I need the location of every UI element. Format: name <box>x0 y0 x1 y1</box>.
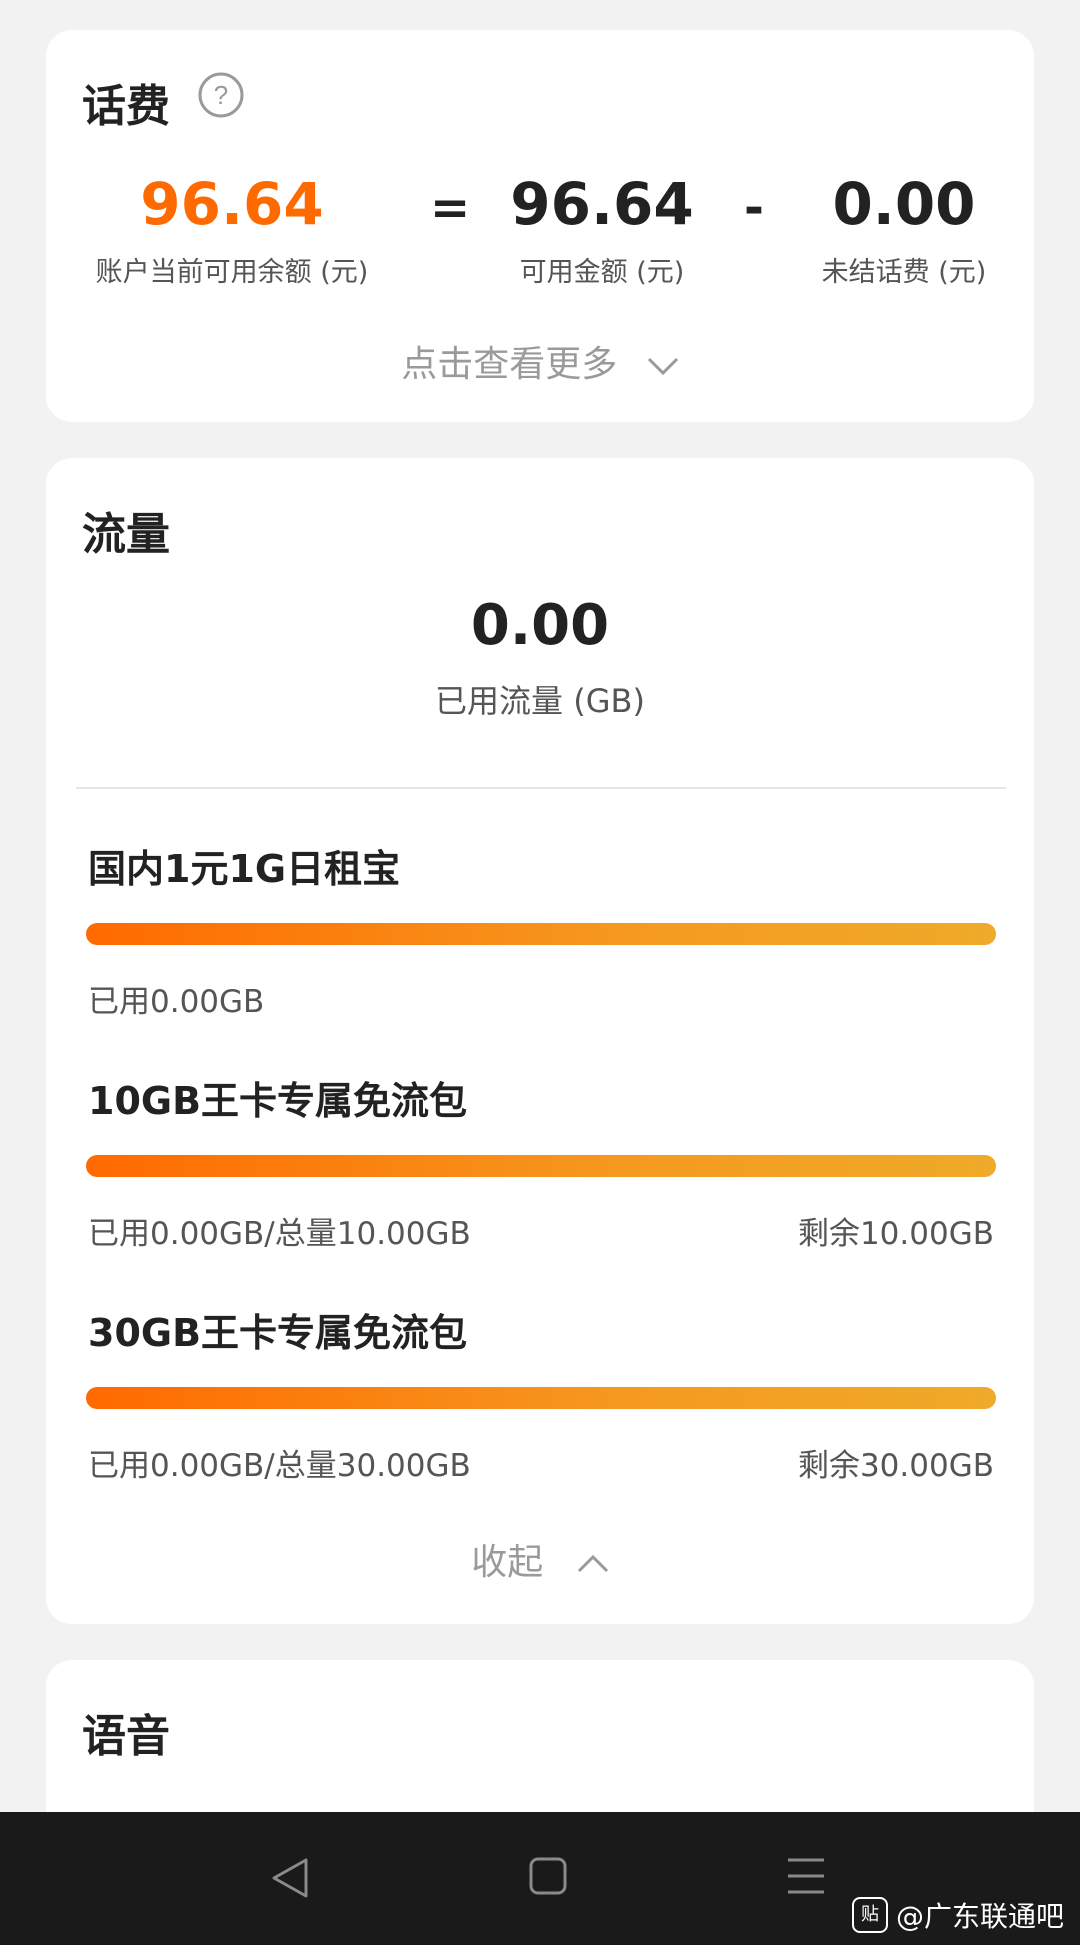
available-label: 可用金额 (元) <box>519 257 685 288</box>
package-progress-bar <box>86 1155 996 1177</box>
available-value: 96.64 <box>510 170 694 238</box>
view-more-label: 点击查看更多 <box>401 344 618 385</box>
unsettled-label: 未结话费 (元) <box>821 257 987 288</box>
package-name: 30GB王卡专属免流包 <box>88 1311 468 1355</box>
svg-text:?: ? <box>214 80 228 110</box>
balance-title: 话费 <box>82 81 170 132</box>
package-name: 10GB王卡专属免流包 <box>88 1079 468 1123</box>
view-more-button[interactable]: 点击查看更多 <box>46 335 1034 387</box>
collapse-label: 收起 <box>471 1542 544 1583</box>
package-remain: 剩余10.00GB <box>797 1216 994 1252</box>
data-title: 流量 <box>82 509 170 560</box>
collapse-button[interactable]: 收起 <box>46 1533 1034 1585</box>
package-progress-bar <box>86 923 996 945</box>
package-progress-bar <box>86 1387 996 1409</box>
tieba-logo: 贴 <box>851 1897 888 1933</box>
menu-icon[interactable] <box>786 1856 826 1896</box>
watermark: 贴 @广东联通吧 <box>851 1895 1064 1935</box>
unsettled-value: 0.00 <box>832 170 976 238</box>
chevron-up-icon <box>577 1554 608 1573</box>
data-used-value: 0.00 <box>470 593 610 658</box>
help-icon[interactable]: ? <box>198 72 244 118</box>
divider <box>76 787 1006 789</box>
home-icon[interactable] <box>528 1856 568 1896</box>
data-used-label: 已用流量 (GB) <box>435 682 645 720</box>
watermark-text: @广东联通吧 <box>895 1900 1064 1933</box>
data-card: 流量 0.00 已用流量 (GB) 国内1元1G日租宝 已用0.00GB 10G… <box>46 458 1034 1624</box>
package-used: 已用0.00GB <box>88 984 265 1020</box>
package-used: 已用0.00GB/总量10.00GB <box>88 1216 471 1252</box>
package-remain: 剩余30.00GB <box>797 1448 994 1484</box>
balance-card: 话费 ? 96.64 账户当前可用余额 (元) = 96.64 可用金额 (元)… <box>46 30 1034 422</box>
current-balance-label: 账户当前可用余额 (元) <box>95 257 369 288</box>
package-name: 国内1元1G日租宝 <box>88 847 401 891</box>
voice-title: 语音 <box>82 1711 170 1762</box>
chevron-down-icon <box>647 357 678 376</box>
package-used: 已用0.00GB/总量30.00GB <box>88 1448 471 1484</box>
back-icon[interactable] <box>270 1856 310 1900</box>
current-balance-value: 96.64 <box>140 170 324 238</box>
